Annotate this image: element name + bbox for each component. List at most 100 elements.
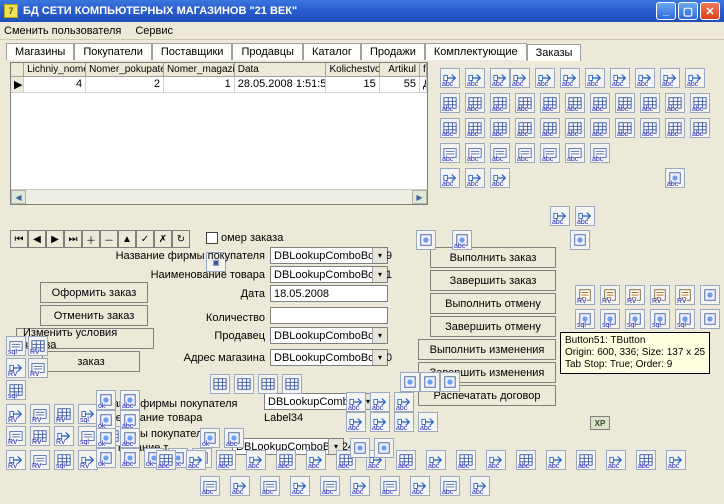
query-icon[interactable]: abc [540, 143, 560, 163]
menu-change-user[interactable]: Сменить пользователя [4, 25, 121, 37]
query-icon[interactable]: abc [440, 143, 460, 163]
datasource-icon[interactable]: abc [465, 168, 485, 188]
menu-service[interactable]: Сервис [135, 25, 173, 37]
dataset-icon[interactable]: abc [396, 450, 416, 470]
datasource-icon[interactable]: abc [440, 168, 460, 188]
col-artikul[interactable]: Artikul [380, 63, 420, 77]
component-icon[interactable]: abc [452, 230, 472, 250]
tab-components[interactable]: Комплектующие [425, 43, 527, 60]
table-icon[interactable]: abc [465, 118, 485, 138]
component-icon[interactable] [350, 438, 370, 458]
dataset-icon[interactable]: abc [216, 450, 236, 470]
datasource-icon[interactable]: abc [246, 450, 266, 470]
col-kolichestvo[interactable]: Kolichestvo [326, 63, 379, 77]
query-icon[interactable]: abc [380, 476, 400, 496]
table-icon[interactable]: RV [28, 336, 48, 356]
component-icon[interactable] [374, 438, 394, 458]
component-icon[interactable]: abc [224, 428, 244, 448]
component-icon[interactable]: ok [200, 428, 220, 448]
table-icon[interactable]: sql [54, 450, 74, 470]
datasource-icon[interactable]: abc [685, 68, 705, 88]
component-icon[interactable]: ok [96, 428, 116, 448]
datasource-icon[interactable]: abc [230, 476, 250, 496]
component-icon[interactable]: abc [120, 410, 140, 430]
dataset-icon[interactable]: abc [440, 93, 460, 113]
field-shop-addr[interactable]: DBLookupComboBox20 [270, 349, 388, 366]
nav-next-icon[interactable]: ▶ [46, 230, 64, 248]
query-icon[interactable]: abc [565, 143, 585, 163]
query-icon[interactable]: abc [260, 476, 280, 496]
field-firm-buyer[interactable]: DBLookupComboBox19 [270, 247, 388, 264]
tab-shops[interactable]: Магазины [6, 43, 74, 60]
dataset-icon[interactable]: abc [516, 450, 536, 470]
rv-icon[interactable]: RV [575, 285, 595, 305]
component-icon[interactable] [440, 372, 460, 392]
component-icon[interactable] [700, 285, 720, 305]
nav-delete-icon[interactable]: － [100, 230, 118, 248]
table-icon[interactable] [210, 374, 230, 394]
query-icon[interactable]: RV [30, 404, 50, 424]
table-icon[interactable]: abc [515, 118, 535, 138]
query-icon[interactable]: RV [6, 426, 26, 446]
maximize-button[interactable]: ▢ [678, 2, 698, 20]
orders-grid[interactable]: Lichniy_nomer Nomer_pokupatelja Nomer_ma… [10, 62, 428, 205]
datasource-icon[interactable]: abc [346, 412, 366, 432]
table-icon[interactable]: abc [665, 118, 685, 138]
component-icon[interactable] [420, 372, 440, 392]
grid-hscroll[interactable]: ◀ ▶ [11, 189, 427, 204]
db-navigator[interactable]: ⏮ ◀ ▶ ⏭ ＋ － ▲ ✓ ✗ ↻ [10, 230, 190, 248]
table-icon[interactable]: abc [565, 118, 585, 138]
tab-sales[interactable]: Продажи [361, 43, 425, 60]
table-icon[interactable] [258, 374, 278, 394]
close-button[interactable]: ✕ [700, 2, 720, 20]
finish-cancel-button[interactable]: Завершить отмену [430, 316, 556, 337]
component-icon[interactable]: sql [675, 309, 695, 329]
datasource-icon[interactable]: abc [186, 450, 206, 470]
xpmanifest-icon[interactable]: XP [590, 416, 610, 430]
table-icon[interactable]: abc [590, 118, 610, 138]
tab-orders[interactable]: Заказы [527, 44, 582, 61]
component-icon[interactable] [700, 309, 720, 329]
datasource-icon[interactable]: abc [490, 168, 510, 188]
query-icon[interactable]: abc [590, 143, 610, 163]
datasource-icon[interactable]: abc [560, 68, 580, 88]
dataset-icon[interactable]: abc [640, 93, 660, 113]
component-icon[interactable] [400, 372, 420, 392]
tab-catalog[interactable]: Каталог [303, 43, 361, 60]
datasource-icon[interactable]: abc [510, 68, 530, 88]
dataset-icon[interactable]: abc [690, 93, 710, 113]
nav-last-icon[interactable]: ⏭ [64, 230, 82, 248]
query-icon[interactable]: RV [28, 358, 48, 378]
component-icon[interactable] [416, 230, 436, 250]
datasource-icon[interactable]: abc [440, 68, 460, 88]
rv-icon[interactable]: RV [650, 285, 670, 305]
query-icon[interactable]: RV [30, 450, 50, 470]
field-product[interactable]: DBLookupComboBox21 [270, 266, 388, 283]
component-icon[interactable]: sql [575, 309, 595, 329]
component-icon[interactable]: sql [650, 309, 670, 329]
table-icon[interactable]: abc [640, 118, 660, 138]
query-icon[interactable]: abc [200, 476, 220, 496]
rv-icon[interactable]: RV [625, 285, 645, 305]
table-icon[interactable]: abc [440, 118, 460, 138]
component-icon[interactable]: abc [120, 428, 140, 448]
do-cancel-button[interactable]: Выполнить отмену [430, 293, 556, 314]
field-date[interactable]: 18.05.2008 [270, 285, 388, 302]
datasource-icon[interactable]: abc [426, 450, 446, 470]
minimize-button[interactable]: _ [656, 2, 676, 20]
datasource-icon[interactable]: abc [575, 206, 595, 226]
dataset-icon[interactable]: abc [590, 93, 610, 113]
dataset-icon[interactable]: abc [665, 93, 685, 113]
nav-edit-icon[interactable]: ▲ [118, 230, 136, 248]
checkbox-icon[interactable] [206, 232, 218, 244]
query-icon[interactable]: sql [78, 426, 98, 446]
dataset-icon[interactable]: abc [636, 450, 656, 470]
do-change-button[interactable]: Выполнить изменения [418, 339, 556, 360]
field-qty[interactable] [270, 307, 388, 324]
tab-suppliers[interactable]: Поставщики [152, 43, 233, 60]
dataset-icon[interactable]: abc [576, 450, 596, 470]
col-lichniy-nomer[interactable]: Lichniy_nomer [24, 63, 86, 77]
component-icon[interactable]: abc [120, 390, 140, 410]
dataset-icon[interactable]: abc [615, 93, 635, 113]
table-icon[interactable]: abc [615, 118, 635, 138]
